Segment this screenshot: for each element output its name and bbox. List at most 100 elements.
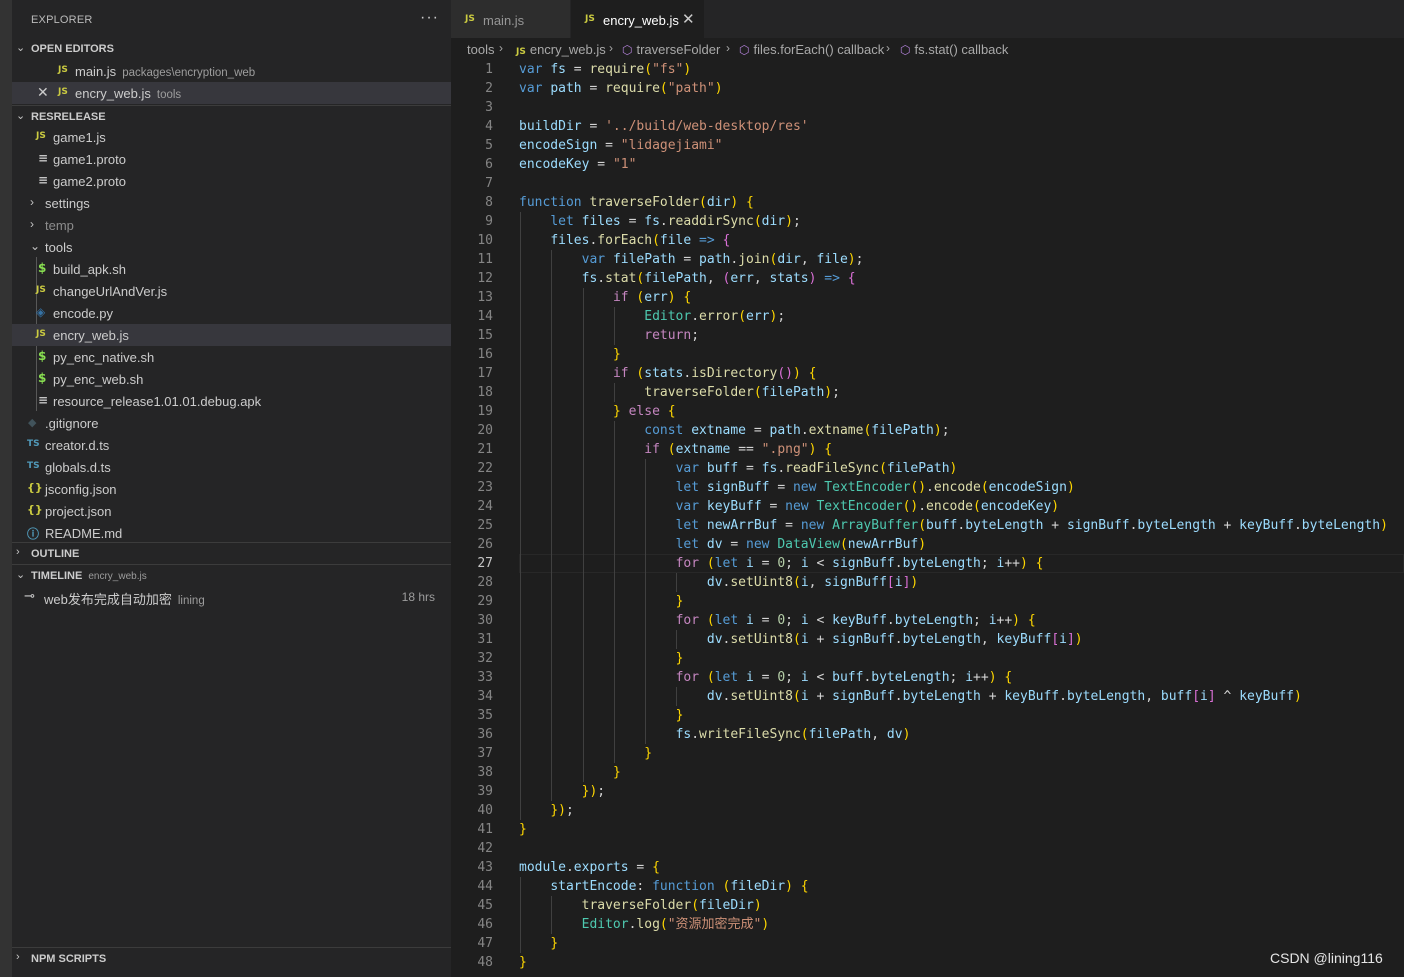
open-editors-header[interactable]: ⌄ OPEN EDITORS	[12, 38, 451, 60]
code-line[interactable]: fs.writeFileSync(filePath, dv)	[519, 725, 911, 744]
code-line[interactable]: }	[519, 763, 621, 782]
line-number: 38	[477, 765, 493, 780]
open-editor-item[interactable]: JS main.js packages\encryption_web	[12, 60, 451, 82]
chevron-right-icon: ›	[726, 41, 730, 55]
tree-folder-temp[interactable]: › temp	[12, 214, 451, 236]
code-line[interactable]: }	[519, 592, 684, 611]
folder-header[interactable]: ⌄ RESRELEASE	[12, 105, 451, 128]
code-line[interactable]: });	[519, 782, 605, 801]
code-line[interactable]: var path = require("path")	[519, 79, 723, 98]
tree-file-item[interactable]: JS encry_web.js	[12, 324, 451, 346]
code-line[interactable]: encodeKey = "1"	[519, 155, 636, 174]
tree-folder-tools[interactable]: ⌄ tools	[12, 236, 451, 258]
code-line[interactable]: var fs = require("fs")	[519, 60, 691, 79]
tree-file-item[interactable]: JS game1.js	[12, 126, 451, 148]
tree-file-item[interactable]: {} project.json	[12, 500, 451, 522]
line-number: 42	[477, 841, 493, 856]
line-number: 25	[477, 518, 493, 533]
open-editor-item[interactable]: ✕ JS encry_web.js tools	[12, 82, 451, 104]
code-line[interactable]: });	[519, 801, 573, 820]
code-line[interactable]: for (let i = 0; i < keyBuff.byteLength; …	[519, 611, 1036, 630]
code-line[interactable]: }	[519, 649, 684, 668]
tree-file-item[interactable]: $ build_apk.sh	[12, 258, 451, 280]
line-number: 43	[477, 860, 493, 875]
more-actions-icon[interactable]: ···	[420, 9, 439, 27]
tree-file-item[interactable]: ◆ .gitignore	[12, 412, 451, 434]
code-line[interactable]: dv.setUint8(i + signBuff.byteLength + ke…	[519, 687, 1302, 706]
tree-folder-settings[interactable]: › settings	[12, 192, 451, 214]
code-line[interactable]: const extname = path.extname(filePath);	[519, 421, 949, 440]
tree-file-item[interactable]: ≡ game1.proto	[12, 148, 451, 170]
close-icon[interactable]: ✕	[37, 84, 49, 101]
code-line[interactable]: let newArrBuf = new ArrayBuffer(buff.byt…	[519, 516, 1388, 535]
code-line[interactable]: }	[519, 744, 652, 763]
code-editor[interactable]: 1 var fs = require("fs") 2 var path = requi…	[451, 60, 1404, 977]
timeline-entry[interactable]: ⊸ web发布完成自动加密 lining 18 hrs	[12, 586, 451, 608]
tab-encry-web-js[interactable]: JS encry_web.js ✕	[571, 0, 704, 38]
close-icon[interactable]: ✕	[682, 10, 695, 28]
code-line[interactable]: dv.setUint8(i, signBuff[i])	[519, 573, 918, 592]
code-line[interactable]: dv.setUint8(i + signBuff.byteLength, key…	[519, 630, 1083, 649]
code-line[interactable]: var filePath = path.join(dir, file);	[519, 250, 864, 269]
code-line[interactable]: } else {	[519, 402, 676, 421]
chevron-right-icon: ›	[16, 546, 20, 558]
commit-icon: ⊸	[24, 588, 35, 603]
timeline-header[interactable]: ⌄ TIMELINE encry_web.js	[12, 564, 451, 587]
tree-file-item[interactable]: ⓘ README.md	[12, 522, 451, 544]
code-line[interactable]: for (let i = 0; i < signBuff.byteLength;…	[519, 554, 1044, 573]
tree-file-item[interactable]: ≡ resource_release1.01.01.debug.apk	[12, 390, 451, 412]
npm-scripts-header[interactable]: › NPM SCRIPTS	[12, 947, 451, 970]
code-line[interactable]: buildDir = '../build/web-desktop/res'	[519, 117, 809, 136]
tree-file-item[interactable]: $ py_enc_web.sh	[12, 368, 451, 390]
code-line[interactable]: module.exports = {	[519, 858, 660, 877]
line-number: 34	[477, 689, 493, 704]
code-line[interactable]: if (stats.isDirectory()) {	[519, 364, 817, 383]
tree-file-item[interactable]: TS creator.d.ts	[12, 434, 451, 456]
tree-file-item[interactable]: ◈ encode.py	[12, 302, 451, 324]
code-line[interactable]: return;	[519, 326, 699, 345]
code-line[interactable]: if (err) {	[519, 288, 691, 307]
timeline-message: web发布完成自动加密	[44, 592, 172, 607]
code-line[interactable]: let signBuff = new TextEncoder().encode(…	[519, 478, 1075, 497]
code-line[interactable]: }	[519, 934, 558, 953]
code-line[interactable]: }	[519, 345, 621, 364]
code-line[interactable]: var keyBuff = new TextEncoder().encode(e…	[519, 497, 1060, 516]
breadcrumb-item[interactable]: tools	[467, 42, 494, 57]
line-number: 44	[477, 879, 493, 894]
code-line[interactable]: for (let i = 0; i < buff.byteLength; i++…	[519, 668, 1013, 687]
line-number: 35	[477, 708, 493, 723]
breadcrumb-label: fs.stat() callback	[914, 42, 1009, 57]
tree-item-label: build_apk.sh	[53, 262, 126, 277]
code-line[interactable]: function traverseFolder(dir) {	[519, 193, 754, 212]
code-line[interactable]: traverseFolder(filePath);	[519, 383, 840, 402]
breadcrumb-item[interactable]: JS encry_web.js	[516, 42, 606, 57]
tree-file-item[interactable]: JS changeUrlAndVer.js	[12, 280, 451, 302]
breadcrumb-item[interactable]: ⬡ traverseFolder	[622, 42, 720, 57]
tab-main-js[interactable]: JS main.js	[451, 0, 570, 38]
code-line[interactable]: let files = fs.readdirSync(dir);	[519, 212, 800, 231]
code-line[interactable]: encodeSign = "lidagejiami"	[519, 136, 723, 155]
tree-file-item[interactable]: $ py_enc_native.sh	[12, 346, 451, 368]
tree-file-item[interactable]: {} jsconfig.json	[12, 478, 451, 500]
function-icon: ⬡	[622, 43, 633, 57]
tree-file-item[interactable]: ≡ game2.proto	[12, 170, 451, 192]
code-line[interactable]: Editor.error(err);	[519, 307, 785, 326]
code-line[interactable]: if (extname == ".png") {	[519, 440, 832, 459]
code-line[interactable]: Editor.log("资源加密完成")	[519, 915, 770, 934]
code-line[interactable]: files.forEach(file => {	[519, 231, 730, 250]
line-number: 28	[477, 575, 493, 590]
tree-file-item[interactable]: TS globals.d.ts	[12, 456, 451, 478]
line-number: 4	[485, 119, 493, 134]
code-line[interactable]: traverseFolder(fileDir)	[519, 896, 762, 915]
code-line[interactable]: }	[519, 820, 527, 839]
code-line[interactable]: }	[519, 706, 684, 725]
code-line[interactable]: var buff = fs.readFileSync(filePath)	[519, 459, 958, 478]
outline-header[interactable]: › OUTLINE	[12, 542, 451, 565]
breadcrumb-item[interactable]: ⬡ files.forEach() callback	[739, 42, 884, 57]
code-line[interactable]: }	[519, 953, 527, 972]
code-line[interactable]: let dv = new DataView(newArrBuf)	[519, 535, 927, 554]
code-line[interactable]: fs.stat(filePath, (err, stats) => {	[519, 269, 856, 288]
code-line[interactable]: startEncode: function (fileDir) {	[519, 877, 808, 896]
breadcrumb-item[interactable]: ⬡ fs.stat() callback	[900, 42, 1008, 57]
line-number: 24	[477, 499, 493, 514]
